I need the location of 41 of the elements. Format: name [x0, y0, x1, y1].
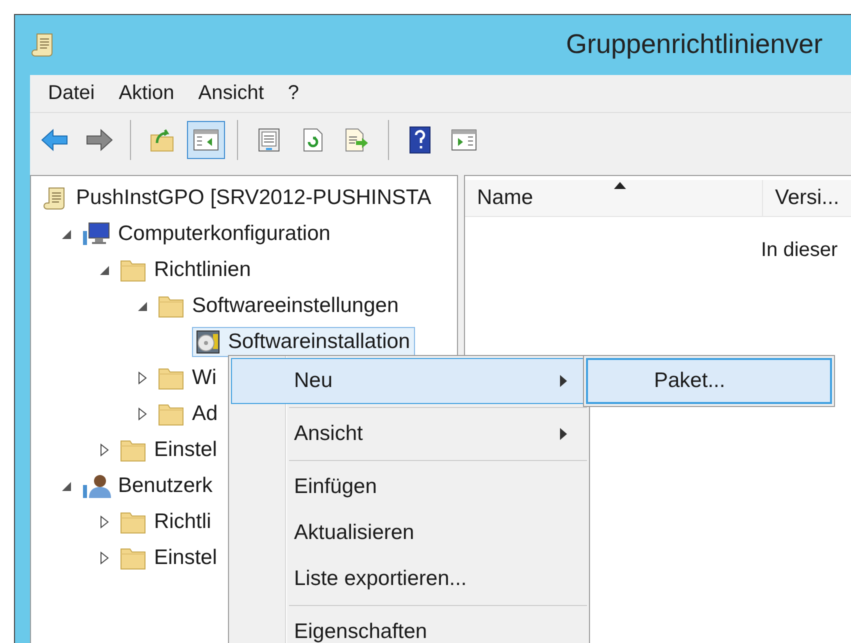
tree-item[interactable]: Einstel: [116, 435, 222, 465]
column-header[interactable]: Versi...: [763, 180, 851, 216]
toolbar-button[interactable]: [187, 121, 225, 159]
help-icon: [408, 126, 432, 154]
user-icon: [81, 473, 111, 499]
window-title: Gruppenrichtlinienver: [566, 29, 823, 60]
pane-icon: [451, 128, 477, 152]
menu-item[interactable]: Einfügen: [231, 464, 587, 510]
tree-item[interactable]: Richtlinien: [116, 255, 256, 285]
tree-item[interactable]: Softwareeinstellungen: [154, 291, 404, 321]
folder-up-icon: [149, 127, 175, 153]
sort-arrow-icon: [614, 182, 626, 189]
menu-item[interactable]: Aktualisieren: [231, 510, 587, 556]
tree-item[interactable]: Einstel: [116, 543, 222, 573]
submenu-arrow-icon: [560, 428, 568, 440]
tree-item[interactable]: Wi: [154, 363, 222, 393]
document-arrow-icon: [344, 127, 370, 153]
forward-arrow-icon: [84, 127, 114, 153]
column-header[interactable]: Name: [465, 180, 763, 216]
refresh-icon: [301, 127, 325, 153]
empty-message: In dieser: [761, 239, 839, 262]
computer-icon: [81, 221, 111, 247]
menu-item[interactable]: Aktion: [110, 80, 182, 107]
menu-item[interactable]: Ansicht: [190, 80, 272, 107]
menu-item[interactable]: ?: [280, 80, 308, 107]
menu-item[interactable]: Liste exportieren...: [231, 556, 587, 602]
submenu-arrow-icon: [560, 375, 568, 387]
tree-item[interactable]: Richtli: [116, 507, 216, 537]
menu-item[interactable]: Eigenschaften: [231, 609, 587, 643]
back-arrow-icon: [40, 127, 70, 153]
menu-item[interactable]: Ansicht: [231, 411, 587, 457]
pane-icon: [193, 128, 219, 152]
window-list-icon: [256, 127, 282, 153]
tree-item[interactable]: Computerkonfiguration: [78, 219, 336, 249]
tree-item[interactable]: Softwareinstallation: [192, 327, 416, 357]
disc-box-icon: [195, 329, 221, 355]
menu-item[interactable]: Datei: [40, 80, 103, 107]
tree-item[interactable]: Ad: [154, 399, 223, 429]
menu-item[interactable]: Paket...: [586, 358, 832, 404]
tree-item[interactable]: PushInstGPO [SRV2012-PUSHINSTA: [40, 183, 436, 213]
tree-item[interactable]: Benutzerk: [78, 471, 218, 501]
